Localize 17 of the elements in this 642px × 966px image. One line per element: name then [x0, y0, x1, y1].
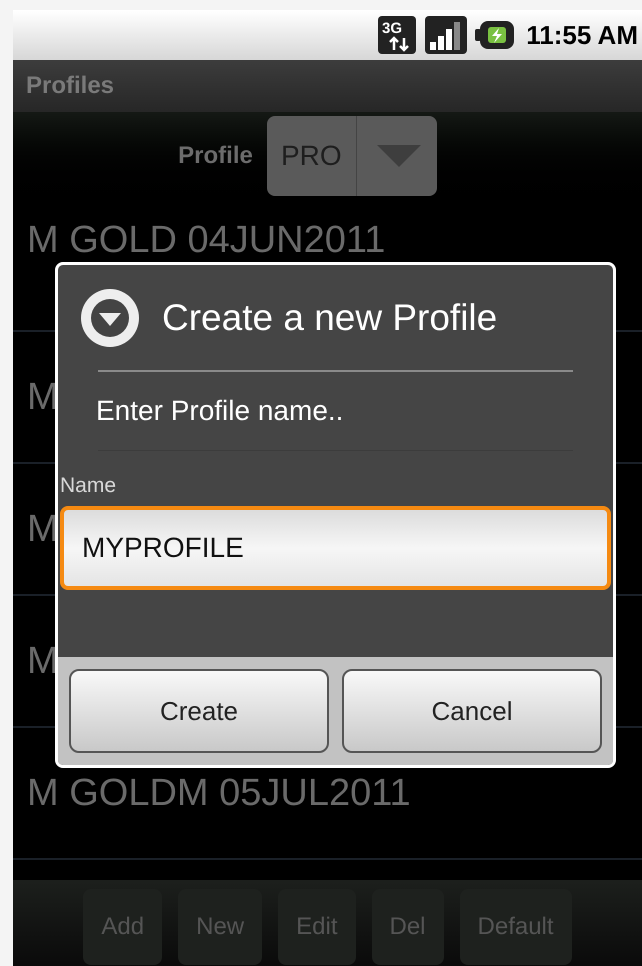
- dialog-title: Create a new Profile: [162, 296, 498, 340]
- name-field[interactable]: MYPROFILE: [60, 506, 611, 590]
- dialog-button[interactable]: Cancel: [342, 669, 602, 753]
- profile-dropdown[interactable]: PRO: [266, 116, 437, 196]
- signal-icon: [424, 14, 468, 56]
- list-item[interactable]: M GOLD 04JUN2011: [27, 218, 386, 262]
- field-label: Name: [59, 474, 116, 497]
- network-3g-icon: 3G: [376, 14, 418, 56]
- dialog-button[interactable]: Create: [69, 669, 329, 753]
- caret-icon: [376, 145, 421, 167]
- screen-title: Profiles: [26, 71, 114, 101]
- picker-label: Profile: [178, 141, 253, 171]
- clock: 11:55 AM: [525, 18, 638, 52]
- list-item[interactable]: M GOLDM 05JUL2011: [27, 771, 411, 815]
- dialog-message: Enter Profile name..: [96, 394, 344, 428]
- dropdown-circle-icon: [80, 288, 140, 348]
- battery-icon: [474, 18, 516, 52]
